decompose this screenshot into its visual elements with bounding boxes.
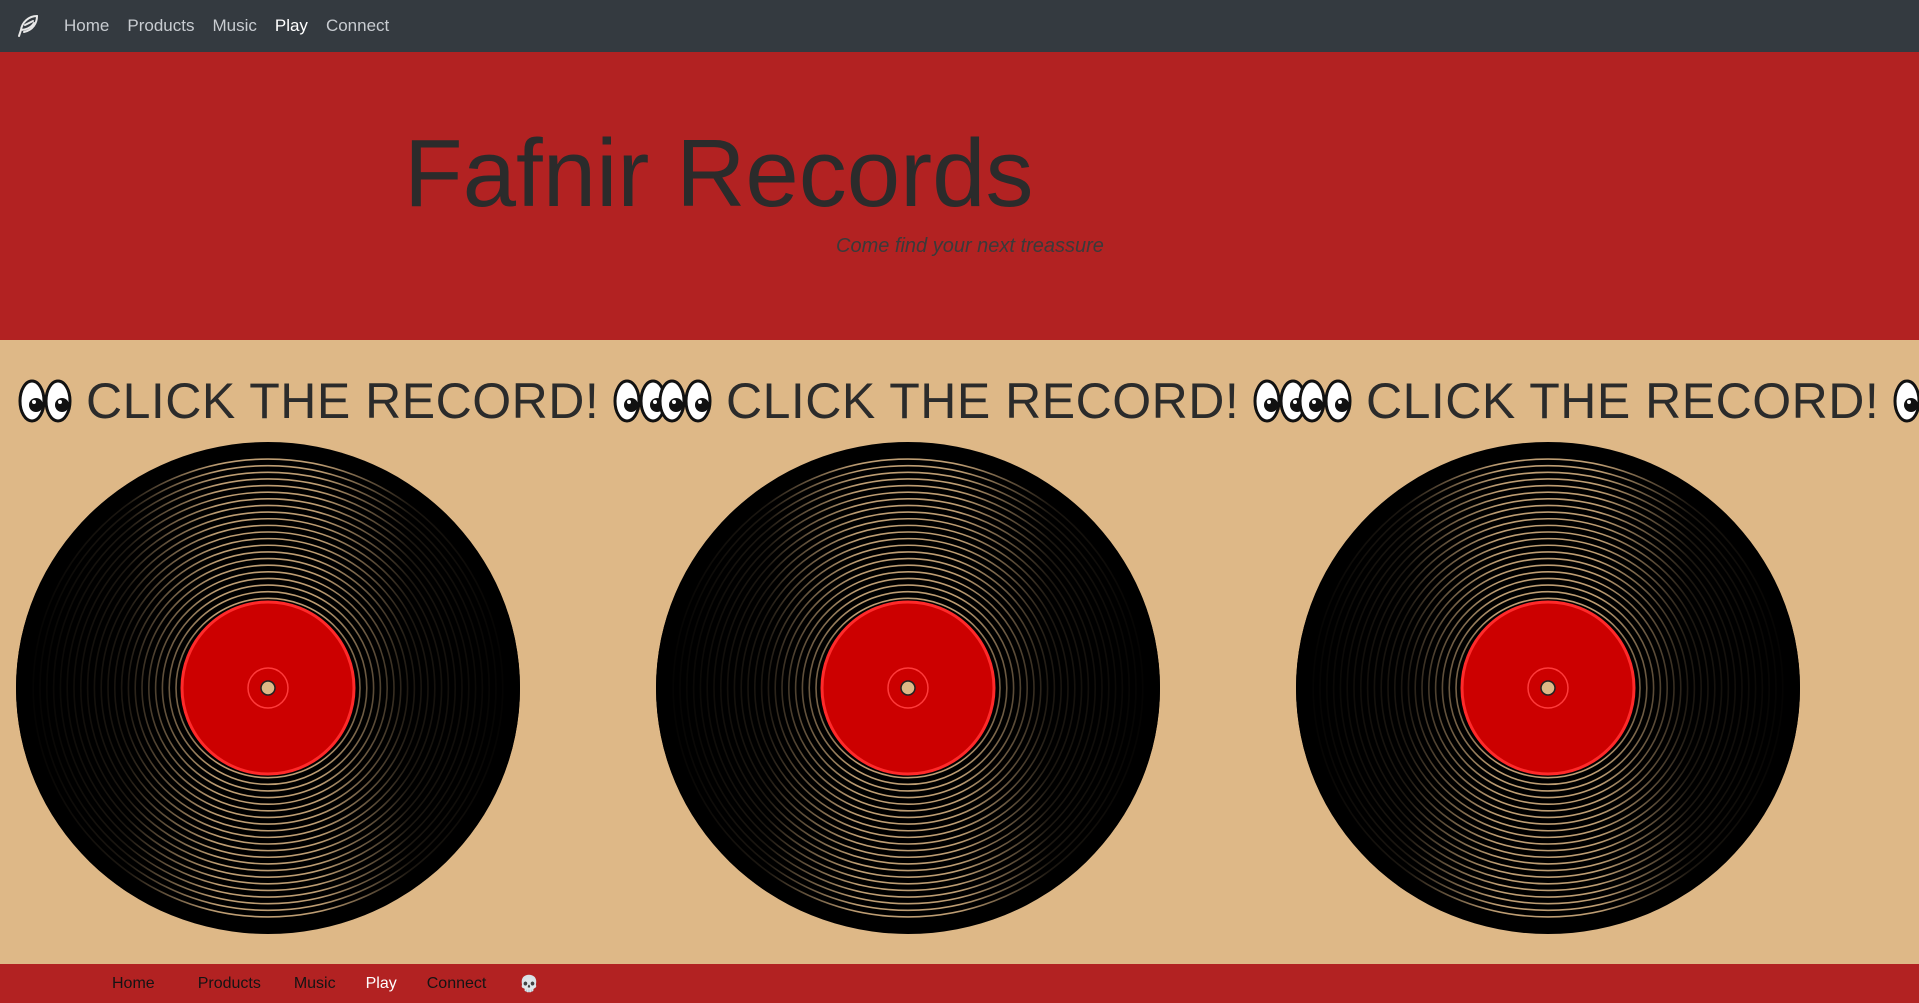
page-title: Fafnir Records [404, 120, 1034, 227]
record-heading: CLICK THE RECORD! [658, 372, 1307, 430]
top-navbar: Home Products Music Play Connect [0, 0, 1919, 52]
vinyl-record-button[interactable] [15, 440, 521, 940]
vinyl-record-button[interactable] [655, 440, 1161, 940]
hero-banner: Fafnir Records Come find your next treas… [0, 52, 1919, 340]
feather-icon[interactable] [14, 12, 42, 40]
eyes-icon [1298, 378, 1352, 424]
nav-music[interactable]: Music [212, 16, 256, 36]
nav-home[interactable]: Home [64, 16, 109, 36]
nav-play[interactable]: Play [275, 16, 308, 36]
record-block-3: CLICK THE RECORD! [1280, 340, 1919, 964]
record-block-1: CLICK THE RECORD! [0, 340, 667, 964]
footer-products[interactable]: Products [198, 975, 261, 993]
record-heading-text: CLICK THE RECORD! [1366, 373, 1880, 429]
footer-music[interactable]: Music [294, 975, 336, 993]
record-heading-text: CLICK THE RECORD! [86, 373, 600, 429]
vinyl-record-button[interactable] [1295, 440, 1801, 940]
skull-icon: 💀 [519, 974, 540, 993]
footer-navbar: Home Products Music Play Connect 💀 [0, 964, 1919, 1003]
nav-connect[interactable]: Connect [326, 16, 389, 36]
eyes-icon [1893, 378, 1919, 424]
records-section: CLICK THE RECORD! CLICK THE RECORD! CLIC… [0, 340, 1919, 964]
record-block-2: CLICK THE RECORD! [640, 340, 1307, 964]
record-heading: CLICK THE RECORD! [18, 372, 667, 430]
record-heading: CLICK THE RECORD! [1298, 372, 1919, 430]
footer-play[interactable]: Play [366, 975, 397, 993]
footer-home[interactable]: Home [112, 975, 155, 993]
nav-products[interactable]: Products [127, 16, 194, 36]
footer-connect[interactable]: Connect [427, 975, 487, 993]
eyes-icon [658, 378, 712, 424]
page-subtitle: Come find your next treassure [836, 235, 1104, 257]
eyes-icon [18, 378, 72, 424]
record-heading-text: CLICK THE RECORD! [726, 373, 1240, 429]
